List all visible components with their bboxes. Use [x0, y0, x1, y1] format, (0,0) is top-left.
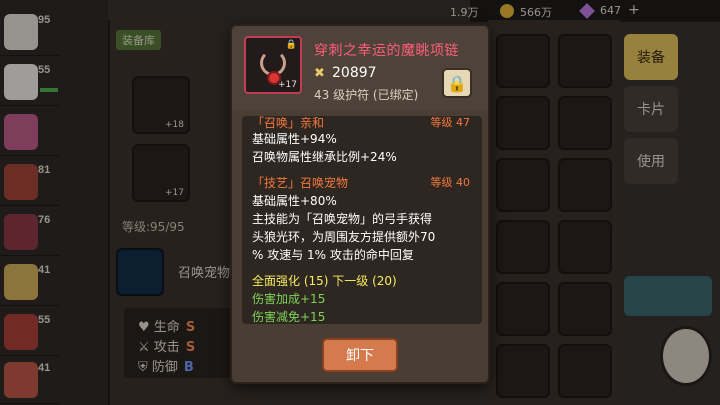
- item-power: 20897: [332, 65, 377, 81]
- section-title: 「技艺」召唤宠物: [252, 176, 349, 190]
- item-detail-modal: 🔒 +17 穿刺之幸运的魔眺项链 ✖ 20897 43 级护符 (已绑定) 🔒 …: [230, 24, 490, 384]
- modal-header: 🔒 +17 穿刺之幸运的魔眺项链 ✖ 20897 43 级护符 (已绑定) 🔒: [232, 26, 488, 110]
- attr-line: 主技能为「召唤宠物」的弓手获得: [252, 212, 433, 226]
- lock-small-icon: 🔒: [285, 40, 297, 50]
- unequip-button[interactable]: 卸下: [322, 338, 398, 372]
- enhance-line: 全面强化 (15) 下一级 (20): [252, 274, 397, 288]
- power-icon: ✖: [314, 66, 325, 81]
- section-level: 等级 40: [430, 176, 471, 189]
- bonus-line: 伤害减免+15: [252, 310, 326, 324]
- item-bind-info: 43 级护符 (已绑定): [314, 88, 419, 102]
- attr-line: 基础属性+80%: [252, 194, 337, 208]
- attr-line: 召唤物属性继承比例+24%: [252, 150, 397, 164]
- item-plus-level: +17: [278, 80, 297, 90]
- item-name: 穿刺之幸运的魔眺项链: [314, 43, 459, 59]
- bonus-line: 伤害加成+15: [252, 292, 326, 306]
- attr-line: 头狼光环，为周围友方提供额外70: [252, 230, 436, 244]
- section-level: 等级 47: [430, 116, 471, 129]
- attr-line: 基础属性+94%: [252, 132, 337, 146]
- item-detail-scroll[interactable]: 「召唤」亲和 等级 47 基础属性+94% 召唤物属性继承比例+24% 「技艺」…: [242, 116, 482, 324]
- item-icon: 🔒 +17: [244, 36, 302, 94]
- section-title: 「召唤」亲和: [252, 116, 325, 130]
- attr-line: % 攻速与 1% 攻击的命中回复: [252, 248, 414, 262]
- lock-button[interactable]: 🔒: [442, 68, 472, 98]
